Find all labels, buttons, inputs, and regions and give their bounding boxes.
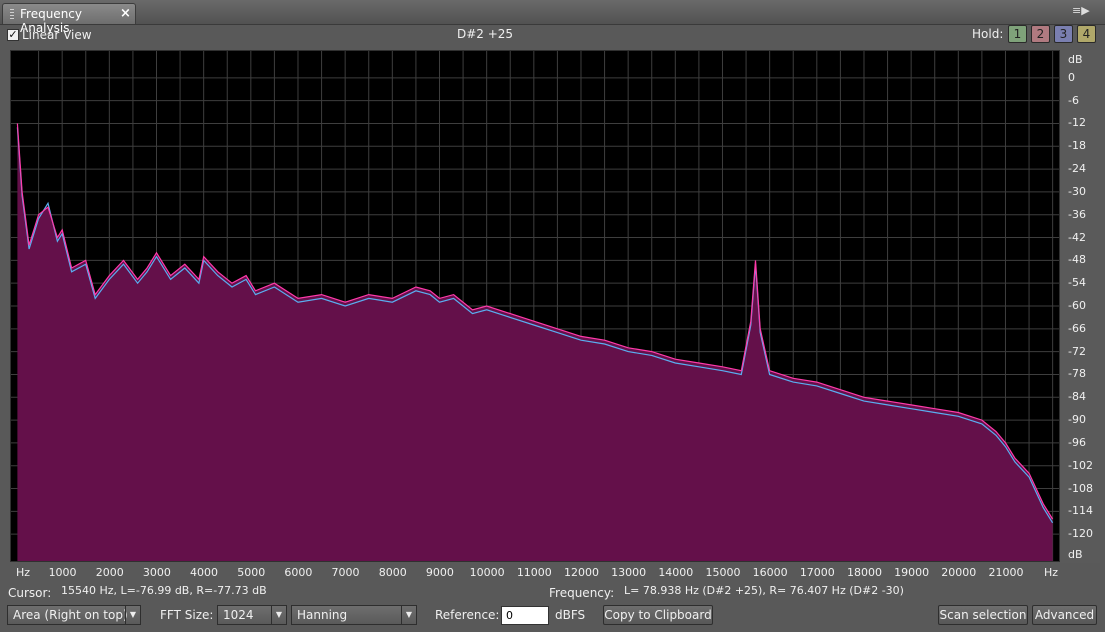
- db-tick-label: -18: [1068, 139, 1086, 153]
- hold-button-2[interactable]: 2: [1031, 25, 1050, 43]
- db-tick-label: -36: [1068, 207, 1086, 221]
- hz-unit-right: Hz: [1044, 566, 1059, 579]
- hz-tick-label: 10000: [469, 566, 505, 579]
- close-icon[interactable]: ×: [120, 6, 131, 21]
- hz-tick-label: 18000: [846, 566, 882, 579]
- db-tick-label: -84: [1068, 390, 1086, 404]
- window-function-value: Hanning: [297, 608, 348, 622]
- tab-frequency-analysis[interactable]: Frequency Analysis ×: [2, 3, 136, 35]
- fft-size-select[interactable]: 1024 ▼: [217, 605, 287, 625]
- fft-size-label: FFT Size:: [160, 608, 214, 622]
- hz-tick-label: 21000: [988, 566, 1024, 579]
- reference-input[interactable]: [501, 606, 549, 625]
- drag-grip-icon[interactable]: [10, 9, 14, 20]
- db-tick-label: -114: [1068, 504, 1093, 518]
- linear-view-checkbox[interactable]: ✓: [7, 29, 19, 41]
- hold-button-4[interactable]: 4: [1077, 25, 1096, 43]
- hold-button-1[interactable]: 1: [1008, 25, 1027, 43]
- db-tick-label: -90: [1068, 413, 1086, 427]
- window-function-select[interactable]: Hanning ▼: [291, 605, 417, 625]
- display-mode-value: Area (Right on top): [13, 608, 128, 622]
- hz-tick-label: 1000: [48, 566, 77, 579]
- db-tick-label: -78: [1068, 367, 1086, 381]
- db-tick-label: -54: [1068, 276, 1086, 290]
- hz-tick-label: 4000: [190, 566, 219, 579]
- hz-tick-label: 6000: [284, 566, 313, 579]
- hz-tick-label: 20000: [941, 566, 977, 579]
- panel-menu-icon[interactable]: ≡▶: [1072, 4, 1102, 20]
- db-unit-bottom: dB: [1068, 548, 1083, 561]
- chevron-down-icon: ▼: [125, 606, 140, 624]
- hz-tick-label: 7000: [331, 566, 360, 579]
- copy-to-clipboard-button[interactable]: Copy to Clipboard: [603, 605, 713, 625]
- db-unit-top: dB: [1068, 53, 1083, 66]
- hz-tick-label: 5000: [237, 566, 266, 579]
- db-tick-label: -96: [1068, 435, 1086, 449]
- db-tick-label: -102: [1068, 458, 1093, 472]
- hold-label: Hold:: [972, 27, 1004, 41]
- db-tick-label: -48: [1068, 253, 1086, 267]
- hz-tick-label: 12000: [563, 566, 599, 579]
- hz-tick-label: 2000: [95, 566, 124, 579]
- fft-size-value: 1024: [223, 608, 254, 622]
- hz-tick-label: 14000: [658, 566, 694, 579]
- db-tick-label: -72: [1068, 344, 1086, 358]
- cursor-value: 15540 Hz, L=-76.99 dB, R=-77.73 dB: [61, 584, 267, 597]
- advanced-button[interactable]: Advanced: [1032, 605, 1097, 625]
- scan-selection-button[interactable]: Scan selection: [938, 605, 1028, 625]
- spectrum-area-right: [17, 123, 1053, 561]
- cursor-label: Cursor:: [8, 586, 52, 600]
- hz-tick-label: 17000: [799, 566, 835, 579]
- spectrum-plot[interactable]: [11, 51, 1059, 561]
- db-axis: dB dB 0 -6 -12 -18 -24 -30 -36 -42 -48 -54 -60 -66 -…: [1060, 50, 1100, 563]
- hz-tick-label: 8000: [378, 566, 407, 579]
- db-tick-label: -42: [1068, 230, 1086, 244]
- hz-axis: Hz Hz 1000 2000 3000 4000 5000 6000 7000 8000 90…: [10, 562, 1060, 580]
- note-readout: D#2 +25: [457, 27, 514, 41]
- db-tick-label: -6: [1068, 93, 1079, 107]
- db-tick-label: -120: [1068, 527, 1093, 541]
- reference-unit: dBFS: [555, 608, 586, 622]
- db-tick-label: -30: [1068, 184, 1086, 198]
- panel-title-bar: [0, 0, 1105, 25]
- db-tick-label: -60: [1068, 299, 1086, 312]
- linear-view-label[interactable]: Linear View: [22, 28, 92, 42]
- hz-tick-label: 19000: [894, 566, 930, 579]
- hz-tick-label: 15000: [705, 566, 741, 579]
- hz-unit-left: Hz: [16, 566, 31, 579]
- reference-label: Reference:: [435, 608, 500, 622]
- frequency-value: L= 78.938 Hz (D#2 +25), R= 76.407 Hz (D#…: [624, 584, 904, 597]
- display-mode-select[interactable]: Area (Right on top) ▼: [7, 605, 141, 625]
- db-tick-label: -108: [1068, 481, 1093, 495]
- hz-tick-label: 3000: [142, 566, 171, 579]
- db-tick-label: -12: [1068, 116, 1086, 130]
- hold-button-3[interactable]: 3: [1054, 25, 1073, 43]
- chevron-down-icon: ▼: [271, 606, 286, 624]
- frequency-label: Frequency:: [549, 586, 615, 600]
- db-tick-label: 0: [1068, 70, 1075, 84]
- hz-tick-label: 11000: [516, 566, 552, 579]
- db-tick-label: -24: [1068, 162, 1086, 176]
- hz-tick-label: 9000: [425, 566, 454, 579]
- db-tick-label: -66: [1068, 321, 1086, 335]
- hz-tick-label: 16000: [752, 566, 788, 579]
- chevron-down-icon: ▼: [401, 606, 416, 624]
- hz-tick-label: 13000: [611, 566, 647, 579]
